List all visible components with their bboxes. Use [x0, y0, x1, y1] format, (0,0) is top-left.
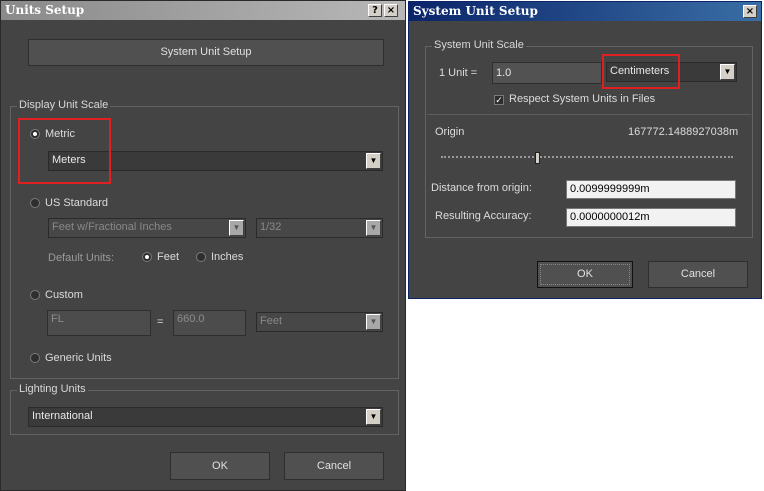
us-standard-label: US Standard: [45, 197, 108, 209]
system-unit-scale-title: System Unit Scale: [432, 39, 526, 51]
custom-radio[interactable]: [30, 290, 40, 300]
generic-units-label: Generic Units: [45, 352, 112, 364]
origin-label: Origin: [435, 126, 465, 138]
one-unit-field[interactable]: 1.0: [492, 62, 602, 84]
distance-label: Distance from origin:: [431, 182, 532, 194]
check-icon: ✓: [495, 95, 503, 105]
metric-highlight-box: [18, 118, 111, 184]
units-setup-dialog: Units Setup ? × System Unit Setup Displa…: [0, 0, 406, 491]
inches-radio[interactable]: [196, 252, 206, 262]
us-fraction-value: 1/32: [260, 221, 282, 233]
custom-unit-value: Feet: [260, 315, 283, 327]
one-unit-label: 1 Unit =: [439, 67, 478, 79]
units-setup-titlebar[interactable]: Units Setup: [1, 1, 405, 20]
separator: [427, 114, 751, 115]
us-unit-value: Feet w/Fractional Inches: [52, 221, 172, 233]
close-icon: ×: [386, 5, 396, 16]
system-unit-setup-titlebar[interactable]: System Unit Setup: [409, 2, 761, 21]
custom-value-field[interactable]: 660.0: [173, 310, 246, 336]
slider-handle[interactable]: [535, 152, 540, 164]
system-ok-button[interactable]: OK: [537, 261, 633, 288]
origin-slider[interactable]: [441, 152, 733, 166]
help-icon: ?: [372, 5, 378, 16]
respect-units-label: Respect System Units in Files: [509, 93, 656, 105]
centimeters-highlight-box: [602, 54, 680, 89]
default-units-label: Default Units:: [48, 252, 115, 264]
system-close-button[interactable]: ×: [743, 5, 757, 18]
origin-value: 167772.1488927038m: [628, 126, 739, 138]
system-unit-setup-dialog: System Unit Setup × System Unit Scale 1 …: [408, 1, 762, 299]
distance-field[interactable]: 0.0099999999m: [566, 180, 736, 199]
dropdown-arrow-icon: ▼: [366, 153, 381, 169]
system-unit-setup-button[interactable]: System Unit Setup: [28, 39, 384, 66]
system-unit-setup-title: System Unit Setup: [413, 4, 538, 18]
custom-unit-dropdown[interactable]: Feet ▼: [256, 312, 383, 332]
us-standard-radio[interactable]: [30, 198, 40, 208]
help-button[interactable]: ?: [368, 4, 382, 17]
us-unit-dropdown[interactable]: Feet w/Fractional Inches ▼: [48, 218, 246, 238]
inches-label: Inches: [211, 251, 244, 263]
lighting-units-value: International: [32, 410, 93, 422]
dropdown-arrow-icon: ▼: [720, 64, 735, 80]
ok-button[interactable]: OK: [170, 452, 270, 480]
cancel-button[interactable]: Cancel: [284, 452, 384, 480]
custom-name-field[interactable]: FL: [47, 310, 151, 336]
close-button[interactable]: ×: [384, 4, 398, 17]
accuracy-label: Resulting Accuracy:: [435, 210, 532, 222]
equals-label: =: [157, 316, 164, 328]
dropdown-arrow-icon: ▼: [366, 220, 381, 236]
system-cancel-button[interactable]: Cancel: [648, 261, 748, 288]
custom-label: Custom: [45, 289, 83, 301]
close-icon: ×: [745, 6, 755, 17]
lighting-units-title: Lighting Units: [17, 383, 88, 395]
us-fraction-dropdown[interactable]: 1/32 ▼: [256, 218, 383, 238]
dropdown-arrow-icon: ▼: [366, 314, 381, 330]
dropdown-arrow-icon: ▼: [229, 220, 244, 236]
lighting-units-dropdown[interactable]: International ▼: [28, 407, 383, 427]
feet-radio[interactable]: [142, 252, 152, 262]
accuracy-field[interactable]: 0.0000000012m: [566, 208, 736, 227]
respect-units-checkbox[interactable]: ✓: [494, 95, 504, 105]
units-setup-title: Units Setup: [5, 3, 85, 17]
feet-label: Feet: [157, 251, 180, 263]
generic-units-radio[interactable]: [30, 353, 40, 363]
dropdown-arrow-icon: ▼: [366, 409, 381, 425]
display-unit-scale-title: Display Unit Scale: [17, 99, 111, 111]
